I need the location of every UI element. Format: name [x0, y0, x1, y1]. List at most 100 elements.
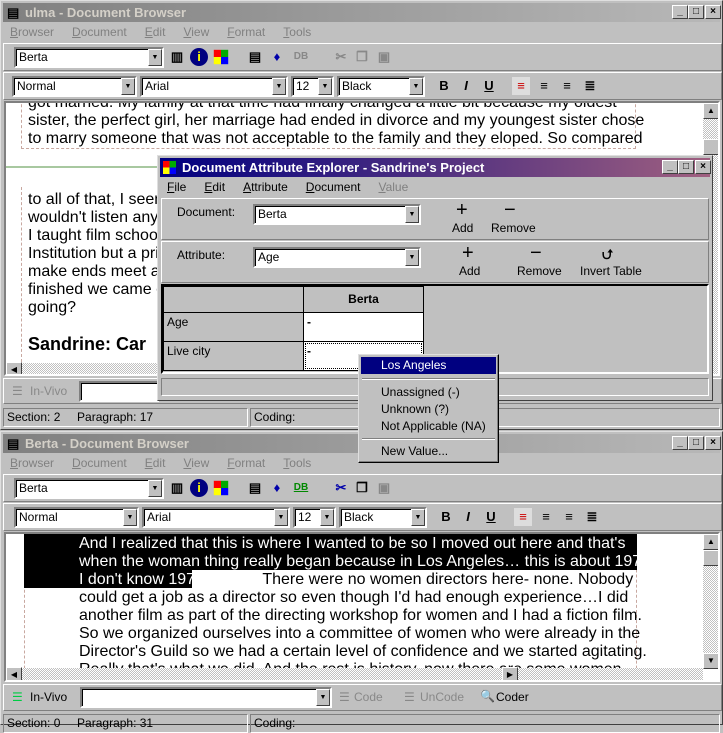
menu-view[interactable]: View: [174, 25, 218, 39]
document-select[interactable]: Berta ▼: [253, 204, 421, 225]
dropdown-arrow-icon[interactable]: ▼: [274, 509, 288, 526]
paste-icon[interactable]: ▣: [375, 479, 393, 497]
grid-row-header-age[interactable]: Age: [163, 312, 304, 342]
italic-icon[interactable]: I: [457, 77, 475, 95]
scroll-left-button[interactable]: ◀: [6, 667, 22, 680]
add-attribute-button[interactable]: Add: [459, 264, 480, 278]
db-icon[interactable]: DB: [292, 48, 310, 66]
bold-icon[interactable]: B: [437, 508, 455, 526]
dropdown-arrow-icon[interactable]: ▼: [405, 249, 419, 266]
menu-format[interactable]: Format: [218, 456, 274, 470]
vertical-scrollbar[interactable]: ▲ ▼: [703, 534, 718, 669]
menu-view[interactable]: View: [174, 456, 218, 470]
justify-icon[interactable]: ≣: [583, 508, 601, 526]
menu-item-new-value[interactable]: New Value...: [381, 444, 448, 458]
document-select[interactable]: Berta ▼: [14, 47, 164, 68]
close-button[interactable]: ×: [705, 436, 721, 450]
document-select[interactable]: Berta ▼: [14, 478, 164, 499]
scroll-up-button[interactable]: ▲: [703, 103, 718, 119]
scroll-down-button[interactable]: ▼: [703, 653, 718, 669]
coder-button[interactable]: Coder: [496, 690, 529, 704]
info-icon[interactable]: i: [190, 48, 208, 66]
italic-icon[interactable]: I: [459, 508, 477, 526]
menu-item-unassigned[interactable]: Unassigned (-): [381, 385, 460, 399]
size-select[interactable]: 12 ▼: [293, 507, 336, 528]
dropdown-arrow-icon[interactable]: ▼: [272, 78, 286, 95]
grid-cell-age[interactable]: -: [303, 312, 424, 342]
node-icon[interactable]: ♦: [268, 48, 286, 66]
copy-icon[interactable]: ❐: [353, 48, 371, 66]
horizontal-scrollbar[interactable]: ◀ ▶: [6, 667, 703, 680]
dropdown-arrow-icon[interactable]: ▼: [148, 49, 162, 66]
minimize-button[interactable]: _: [662, 160, 678, 174]
menu-edit[interactable]: Edit: [136, 25, 175, 39]
close-button[interactable]: ×: [705, 5, 721, 19]
dropdown-arrow-icon[interactable]: ▼: [411, 509, 425, 526]
scroll-thumb[interactable]: [703, 139, 718, 155]
paste-icon[interactable]: ▣: [375, 48, 393, 66]
font-select[interactable]: Arial ▼: [142, 507, 290, 528]
underline-icon[interactable]: U: [480, 77, 498, 95]
menu-tools[interactable]: Tools: [274, 456, 320, 470]
minimize-button[interactable]: _: [672, 436, 688, 450]
remove-document-button[interactable]: Remove: [491, 221, 536, 235]
grid-icon[interactable]: [213, 49, 229, 65]
menu-format[interactable]: Format: [218, 25, 274, 39]
menu-document[interactable]: Document: [63, 25, 136, 39]
in-vivo-button[interactable]: In-Vivo: [30, 384, 67, 398]
menu-tools[interactable]: Tools: [274, 25, 320, 39]
maximize-button[interactable]: □: [678, 160, 694, 174]
cut-icon[interactable]: ✂: [332, 48, 350, 66]
cut-icon[interactable]: ✂: [332, 479, 350, 497]
menu-edit[interactable]: Edit: [136, 456, 175, 470]
align-right-icon[interactable]: ≡: [560, 508, 578, 526]
menu-attribute[interactable]: Attribute: [234, 180, 297, 194]
document-attribute-icon[interactable]: ▤: [246, 479, 264, 497]
maximize-button[interactable]: □: [688, 5, 704, 19]
style-select[interactable]: Normal ▼: [14, 507, 139, 528]
size-select[interactable]: 12 ▼: [291, 76, 334, 97]
maximize-button[interactable]: □: [688, 436, 704, 450]
bold-icon[interactable]: B: [435, 77, 453, 95]
dropdown-arrow-icon[interactable]: ▼: [409, 78, 423, 95]
add-document-button[interactable]: Add: [452, 221, 473, 235]
scroll-left-button[interactable]: ◀: [6, 362, 22, 374]
code-input[interactable]: ▼: [80, 687, 332, 708]
menu-document[interactable]: Document: [63, 456, 136, 470]
dropdown-arrow-icon[interactable]: ▼: [318, 78, 332, 95]
copy-icon[interactable]: ❐: [353, 479, 371, 497]
dropdown-arrow-icon[interactable]: ▼: [148, 480, 162, 497]
grid-icon[interactable]: [213, 480, 229, 496]
menu-item-not-applicable[interactable]: Not Applicable (NA): [381, 419, 486, 433]
menu-browser[interactable]: Browser: [1, 456, 63, 470]
attribute-select[interactable]: Age ▼: [253, 247, 421, 268]
remove-attribute-button[interactable]: Remove: [517, 264, 562, 278]
font-select[interactable]: Arial ▼: [140, 76, 288, 97]
align-left-icon[interactable]: ≡: [512, 77, 530, 95]
color-select[interactable]: Black ▼: [337, 76, 425, 97]
align-center-icon[interactable]: ≡: [535, 77, 553, 95]
align-center-icon[interactable]: ≡: [537, 508, 555, 526]
document-attribute-icon[interactable]: ▤: [246, 48, 264, 66]
grid-column-header[interactable]: Berta: [303, 286, 424, 313]
align-right-icon[interactable]: ≡: [558, 77, 576, 95]
justify-icon[interactable]: ≣: [581, 77, 599, 95]
menu-item-los-angeles[interactable]: Los Angeles: [381, 358, 446, 372]
color-select[interactable]: Black ▼: [339, 507, 427, 528]
grid-row-header-live-city[interactable]: Live city: [163, 341, 304, 371]
menu-value[interactable]: Value: [369, 180, 417, 194]
align-left-icon[interactable]: ≡: [514, 508, 532, 526]
db-icon[interactable]: DB: [292, 479, 310, 497]
uncode-button[interactable]: UnCode: [420, 690, 464, 704]
dropdown-arrow-icon[interactable]: ▼: [316, 689, 330, 706]
scroll-up-button[interactable]: ▲: [703, 534, 718, 550]
scroll-right-button[interactable]: ▶: [502, 667, 518, 680]
book-icon[interactable]: ▥: [168, 48, 186, 66]
in-vivo-button[interactable]: In-Vivo: [30, 690, 67, 704]
node-icon[interactable]: ♦: [268, 479, 286, 497]
menu-item-unknown[interactable]: Unknown (?): [381, 402, 449, 416]
book-icon[interactable]: ▥: [168, 479, 186, 497]
menu-edit[interactable]: Edit: [195, 180, 234, 194]
dropdown-arrow-icon[interactable]: ▼: [405, 206, 419, 223]
document-text-area[interactable]: And I realized that this is where I want…: [4, 532, 720, 682]
